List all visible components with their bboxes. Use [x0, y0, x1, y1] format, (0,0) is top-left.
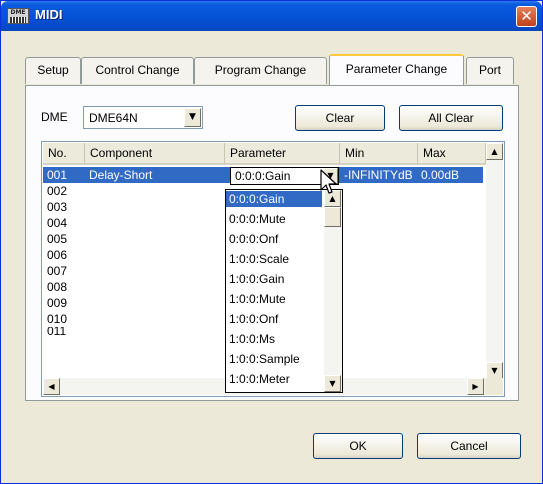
dropdown-option[interactable]: 1:0:0:Meter: [226, 371, 322, 387]
dme-select[interactable]: DME64N ▼: [83, 106, 203, 129]
midi-dialog: DME MIDI ✕ Setup Control Change Program …: [0, 0, 543, 484]
dropdown-option[interactable]: 0:0:0:Mute: [226, 211, 322, 227]
tab-setup[interactable]: Setup: [25, 57, 81, 84]
mouse-pointer-icon: [320, 169, 337, 194]
dropdown-option[interactable]: 1:0:0:Gain: [226, 271, 322, 287]
row-no: 009: [47, 296, 68, 310]
column-header-min[interactable]: Min: [340, 143, 418, 165]
app-icon-label: DME: [10, 9, 26, 16]
row-min: -INFINITYdB: [344, 168, 413, 182]
vertical-scrollbar[interactable]: ▲ ▼: [486, 143, 503, 379]
all-clear-button-label: All Clear: [428, 111, 474, 125]
parameter-cell-value: 0:0:0:Gain: [235, 169, 291, 183]
tab-program-change[interactable]: Program Change: [194, 57, 327, 84]
row-no: 004: [47, 216, 68, 230]
dropdown-option[interactable]: 1:0:0:Sample: [226, 351, 322, 367]
dropdown-option[interactable]: 1:0:0:Scale: [226, 251, 322, 267]
row-no: 007: [47, 264, 68, 278]
arrow-down-icon[interactable]: ▼: [486, 362, 503, 379]
arrow-left-icon[interactable]: ◀: [43, 378, 60, 395]
row-no: 003: [47, 200, 68, 214]
row-no: 001: [47, 168, 68, 182]
column-header-no[interactable]: No.: [43, 143, 85, 165]
column-header-max[interactable]: Max: [418, 143, 486, 165]
dropdown-option[interactable]: 1:0:0:Mute: [226, 291, 322, 307]
tab-parameter-change[interactable]: Parameter Change: [329, 54, 464, 85]
dropdown-option[interactable]: 0:0:0:Onf: [226, 231, 322, 247]
row-no: 006: [47, 248, 68, 262]
arrow-right-icon[interactable]: ▶: [467, 378, 484, 395]
row-no: 011: [47, 327, 67, 338]
ok-button[interactable]: OK: [313, 433, 403, 459]
tab-port[interactable]: Port: [466, 57, 514, 84]
row-no: 002: [47, 184, 68, 198]
row-no: 008: [47, 280, 68, 294]
parameter-dropdown-list[interactable]: 0:0:0:Gain 0:0:0:Mute 0:0:0:Onf 1:0:0:Sc…: [225, 189, 343, 393]
dropdown-option[interactable]: 1:0:0:Onf: [226, 311, 322, 327]
scroll-thumb[interactable]: [324, 207, 341, 227]
dme-select-value: DME64N: [89, 111, 138, 125]
cancel-button-label: Cancel: [450, 439, 488, 453]
dropdown-scrollbar[interactable]: ▲ ▼: [324, 190, 342, 392]
row-no: 005: [47, 232, 68, 246]
row-component: Delay-Short: [89, 168, 153, 182]
column-header-parameter[interactable]: Parameter: [225, 143, 340, 165]
column-header-component[interactable]: Component: [85, 143, 225, 165]
dme-label: DME: [41, 110, 68, 124]
scrollbar-corner: [485, 378, 503, 395]
close-icon[interactable]: ✕: [516, 6, 537, 27]
dropdown-option[interactable]: 1:0:0:Ms: [226, 331, 322, 347]
chevron-down-icon[interactable]: ▼: [184, 108, 201, 127]
ok-button-label: OK: [349, 439, 367, 453]
clear-button-label: Clear: [325, 111, 355, 125]
cancel-button[interactable]: Cancel: [417, 433, 521, 459]
clear-button[interactable]: Clear: [295, 105, 385, 131]
row-no: 010: [47, 312, 68, 326]
all-clear-button[interactable]: All Clear: [399, 105, 503, 131]
title-bar[interactable]: DME MIDI ✕: [1, 1, 542, 31]
arrow-down-icon[interactable]: ▼: [324, 375, 341, 392]
row-max: 0.00dB: [421, 168, 460, 182]
tab-control-change[interactable]: Control Change: [81, 57, 194, 84]
window-title: MIDI: [35, 7, 63, 22]
dropdown-option[interactable]: 0:0:0:Gain: [226, 191, 322, 207]
dme-app-icon: DME: [7, 8, 29, 24]
arrow-up-icon[interactable]: ▲: [486, 143, 503, 160]
